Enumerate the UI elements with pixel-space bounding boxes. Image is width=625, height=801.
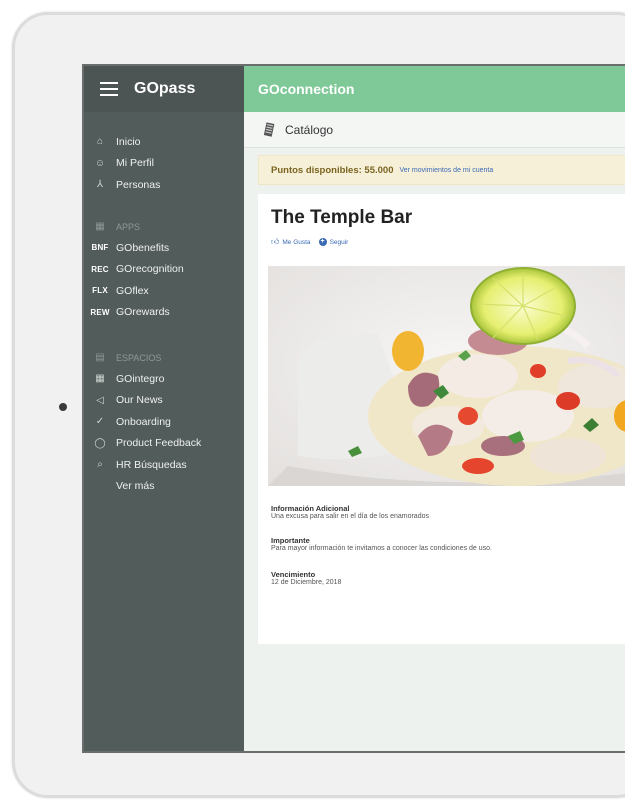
sidebar-item-label: Ver más [116,480,155,493]
sidebar-item-label: Product Feedback [116,437,202,450]
sidebar-item-label: GObenefits [116,241,170,254]
sidebar-item-our-news[interactable]: ◁ Our News [84,390,244,412]
app-abbr: BNF [91,243,109,253]
grid-icon: ▦ [95,221,105,232]
app-screen: GOpass ⌂ Inicio ☺ Mi Perfil ⅄ Personas ▦… [82,64,625,753]
sidebar-item-gointegro[interactable]: ▦ GOintegro [84,368,244,390]
sidebar-item-mi-perfil[interactable]: ☺ Mi Perfil [84,153,244,175]
thumbs-up-icon: 👍︎ [271,237,280,246]
sidebar-item-label: Inicio [116,135,141,148]
hamburger-menu-icon[interactable] [100,82,118,96]
item-detail-card: The Temple Bar 👍︎ Me Gusta + Seguir Info… [258,194,625,644]
sidebar-item-hr-busquedas[interactable]: ⌕ HR Búsquedas [84,454,244,476]
important-label: Importante [271,536,310,545]
account-movements-link[interactable]: Ver movimientos de mi cuenta [399,167,493,174]
apps-section-label: APPS [116,221,141,232]
sidebar-item-product-feedback[interactable]: ◯ Product Feedback [84,433,244,455]
sidebar-item-ver-mas[interactable]: Ver más [84,476,244,498]
main-nav: ⌂ Inicio ☺ Mi Perfil ⅄ Personas [84,131,244,196]
catalog-book-icon [263,121,275,137]
additional-info-label: Información Adicional [271,504,350,513]
like-button[interactable]: 👍︎ Me Gusta [271,237,311,247]
follow-label: Seguir [329,238,349,246]
sidebar-item-label: GOrewards [116,306,170,319]
profile-icon: ☺ [94,157,106,169]
spaces-icon: ▤ [95,352,105,363]
check-circle-icon: ✓ [95,416,105,428]
follow-button[interactable]: + Seguir [318,238,349,246]
megaphone-icon: ◁ [96,394,104,406]
like-label: Me Gusta [282,238,311,246]
points-banner: Puntos disponibles: 55.000 Ver movimient… [258,155,625,185]
additional-info: Información Adicional Una excusa para sa… [271,504,429,520]
sidebar-item-inicio[interactable]: ⌂ Inicio [84,131,244,153]
item-photo [268,266,625,486]
sidebar-item-label: Our News [116,394,163,407]
home-icon: ⌂ [96,136,104,148]
additional-info-value: Una excusa para salir en el día de los e… [271,513,429,520]
section-bar: Catálogo [244,112,625,148]
apps-nav: ▦ APPS BNF GObenefits REC GOrecognition … [84,216,244,323]
plus-circle-icon: + [318,238,327,246]
sidebar-item-label: Onboarding [116,415,171,428]
brand-logo: GOpass [134,80,196,97]
app-abbr: REW [90,307,110,317]
section-title: Catálogo [285,122,334,137]
sidebar-item-onboarding[interactable]: ✓ Onboarding [84,411,244,433]
sidebar-item-label: GOintegro [116,372,165,385]
item-actions: 👍︎ Me Gusta + Seguir [271,237,356,247]
sidebar-item-gorewards[interactable]: REW GOrewards [84,302,244,324]
sidebar-item-gorecognition[interactable]: REC GOrecognition [84,259,244,281]
sidebar-item-label: Mi Perfil [116,157,154,170]
spaces-section-label: ESPACIOS [116,352,162,363]
item-title: The Temple Bar [271,207,413,228]
spaces-nav: ▤ ESPACIOS ▦ GOintegro ◁ Our News ✓ Onbo… [84,347,244,497]
sidebar-item-goflex[interactable]: FLX GOflex [84,280,244,302]
sidebar-item-label: HR Búsquedas [116,458,187,471]
important-value: Para mayor información te invitamos a co… [271,545,492,552]
app-header: GOconnection [244,66,625,112]
app-title: GOconnection [258,81,355,97]
sidebar-item-gobenefits[interactable]: BNF GObenefits [84,237,244,259]
sidebar: GOpass ⌂ Inicio ☺ Mi Perfil ⅄ Personas ▦… [84,66,244,751]
chat-bubble-icon: ◯ [94,437,106,449]
expiry-value: 12 de Diciembre, 2018 [271,579,342,586]
search-icon: ⌕ [97,459,103,471]
sidebar-item-label: GOrecognition [116,263,184,276]
apps-section-header: ▦ APPS [84,216,244,237]
app-abbr: FLX [92,286,108,296]
spaces-section-header: ▤ ESPACIOS [84,347,244,368]
app-abbr: REC [91,264,109,274]
points-balance: Puntos disponibles: 55.000 [271,164,394,176]
expiry-info: Vencimiento 12 de Diciembre, 2018 [271,570,341,586]
tablet-camera-dot [59,403,67,411]
ceviche-dish-image [268,266,625,486]
sidebar-item-personas[interactable]: ⅄ Personas [84,174,244,196]
people-icon: ⅄ [96,179,104,191]
sidebar-item-label: Personas [116,178,161,191]
sidebar-item-label: GOflex [116,284,149,297]
sidebar-header: GOpass [84,66,244,112]
expiry-label: Vencimiento [271,570,316,579]
building-icon: ▦ [95,373,105,385]
important-info: Importante Para mayor información te inv… [271,536,492,552]
